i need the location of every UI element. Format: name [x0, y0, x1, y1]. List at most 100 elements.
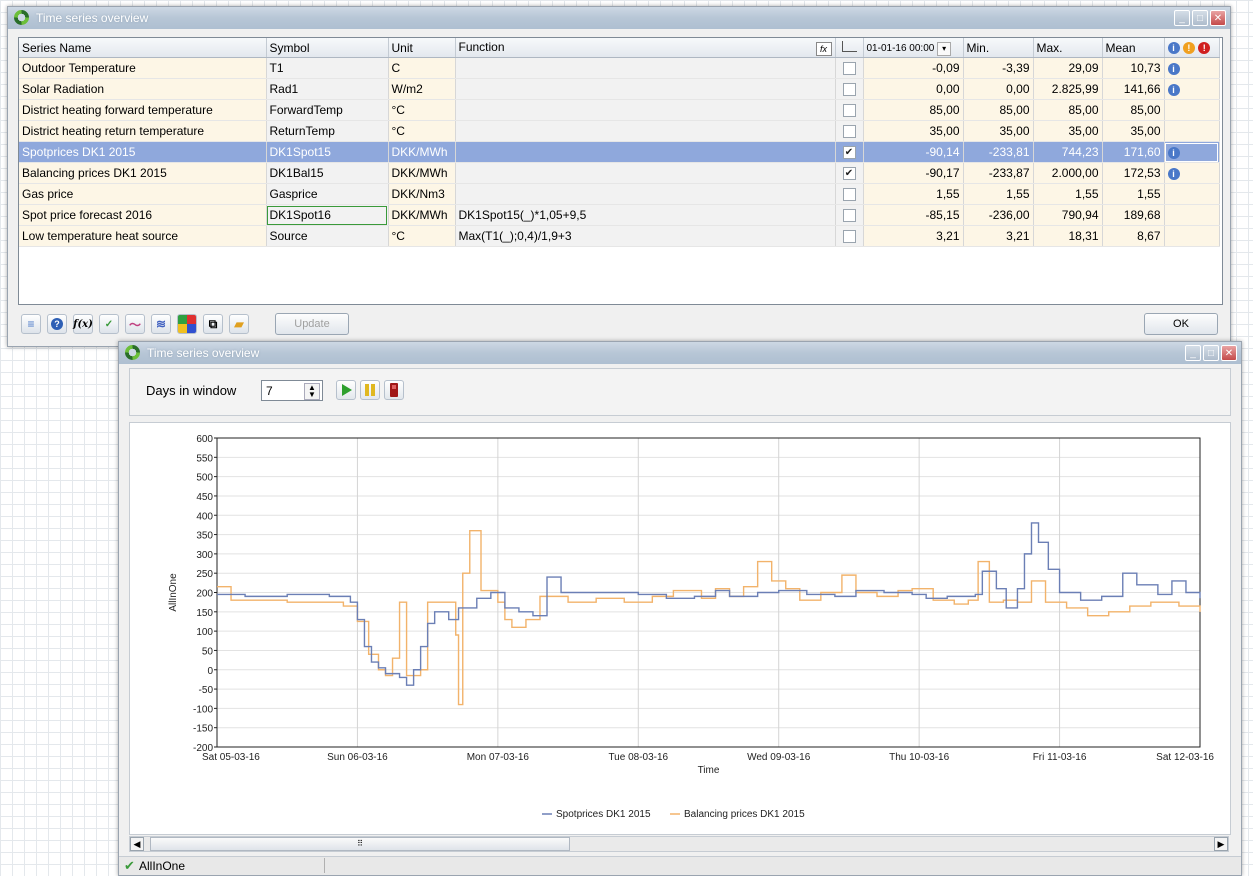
cell-symbol[interactable]: Rad1: [266, 78, 389, 100]
cell-symbol[interactable]: Source: [266, 225, 389, 247]
cell-info: [1164, 99, 1220, 121]
cell-function[interactable]: [455, 162, 836, 184]
cell-function[interactable]: [455, 57, 836, 79]
col-unit[interactable]: Unit: [388, 38, 456, 58]
table-row[interactable]: Gas price Gasprice DKK/Nm3 1,55 1,55 1,55 1,55: [19, 183, 1220, 205]
close-button[interactable]: ✕: [1210, 10, 1226, 26]
cell-checkbox[interactable]: [835, 120, 864, 142]
cell-checkbox[interactable]: [835, 99, 864, 121]
heatmap-icon[interactable]: [177, 314, 197, 334]
function-editor-icon[interactable]: fx: [815, 41, 832, 56]
cell-checkbox[interactable]: ✔: [835, 162, 864, 184]
cell-mean: 171,60: [1102, 141, 1165, 163]
show-in-chart-checkbox[interactable]: [842, 83, 856, 97]
cell-symbol[interactable]: DK1Bal15: [266, 162, 389, 184]
table-row[interactable]: Balancing prices DK1 2015 DK1Bal15 DKK/MWh…: [19, 162, 1220, 184]
col-symbol[interactable]: Symbol: [266, 38, 389, 58]
cell-checkbox[interactable]: [835, 183, 864, 205]
minimize-button[interactable]: _: [1185, 345, 1201, 361]
cell-function[interactable]: [455, 120, 836, 142]
show-in-chart-checkbox[interactable]: ✔: [842, 146, 856, 160]
document-icon[interactable]: ≡: [21, 314, 41, 334]
days-value: 7: [266, 384, 273, 398]
update-button[interactable]: Update: [275, 313, 349, 335]
cell-series-name: Spotprices DK1 2015: [19, 141, 267, 163]
line-chart-icon[interactable]: 〜: [125, 314, 145, 334]
cell-function[interactable]: [455, 78, 836, 100]
table-row[interactable]: Spotprices DK1 2015 DK1Spot15 DKK/MWh ✔ -90,…: [19, 141, 1220, 163]
chevron-down-icon[interactable]: ▾: [937, 41, 952, 56]
cell-checkbox[interactable]: [835, 204, 864, 226]
stepper-arrows-icon[interactable]: ▲ ▼: [304, 383, 320, 400]
info-icon[interactable]: i: [1167, 83, 1180, 96]
days-stepper[interactable]: 7 ▲ ▼: [261, 380, 323, 401]
pause-button[interactable]: [360, 380, 380, 400]
app-logo-icon: [14, 10, 29, 25]
cell-symbol[interactable]: DK1Spot16: [266, 204, 389, 226]
title-bar[interactable]: Time series overview _ □ ✕: [8, 7, 1230, 29]
cell-function[interactable]: [455, 141, 836, 163]
help-icon[interactable]: ?: [47, 314, 67, 334]
show-in-chart-checkbox[interactable]: [842, 62, 856, 76]
cell-checkbox[interactable]: ✔: [835, 141, 864, 163]
cell-value: 3,21: [863, 225, 964, 247]
cell-max: 35,00: [1033, 120, 1103, 142]
table-row[interactable]: District heating forward temperature Forw…: [19, 99, 1220, 121]
table-row[interactable]: Low temperature heat source Source °C Max(T…: [19, 225, 1220, 247]
table-row[interactable]: Outdoor Temperature T1 C -0,09 -3,39 29,09 10,…: [19, 57, 1220, 79]
cell-function[interactable]: Max(T1(_);0,4)/1,9+3: [455, 225, 836, 247]
cell-checkbox[interactable]: [835, 57, 864, 79]
scroll-thumb[interactable]: ⠿: [150, 837, 570, 851]
stop-button[interactable]: [384, 380, 404, 400]
cell-mean: 189,68: [1102, 204, 1165, 226]
multi-line-chart-icon[interactable]: ≋: [151, 314, 171, 334]
cell-symbol[interactable]: T1: [266, 57, 389, 79]
title-bar[interactable]: Time series overview _ □ ✕: [119, 342, 1241, 364]
scroll-left-icon[interactable]: ◀: [130, 837, 144, 851]
maximize-button[interactable]: □: [1192, 10, 1208, 26]
info-icon[interactable]: i: [1167, 167, 1180, 180]
info-icon[interactable]: i: [1167, 62, 1180, 75]
col-date[interactable]: 01-01-16 00:00 ▾: [863, 38, 964, 58]
maximize-button[interactable]: □: [1203, 345, 1219, 361]
y-tick-label: 300: [196, 550, 213, 561]
show-in-chart-checkbox[interactable]: [842, 125, 856, 139]
cell-function[interactable]: [455, 183, 836, 205]
show-in-chart-checkbox[interactable]: [842, 209, 856, 223]
close-button[interactable]: ✕: [1221, 345, 1237, 361]
col-max[interactable]: Max.: [1033, 38, 1103, 58]
cell-symbol[interactable]: Gasprice: [266, 183, 389, 205]
col-function[interactable]: Function fx: [455, 38, 836, 58]
function-icon[interactable]: f(x): [73, 314, 93, 334]
cell-value: 35,00: [863, 120, 964, 142]
col-mean[interactable]: Mean: [1102, 38, 1165, 58]
table-row[interactable]: District heating return temperature Retur…: [19, 120, 1220, 142]
function-chart-icon[interactable]: ✓: [99, 314, 119, 334]
cell-value: -90,17: [863, 162, 964, 184]
horizontal-scrollbar[interactable]: ◀ ⠿ ▶: [129, 836, 1229, 852]
ok-button[interactable]: OK: [1144, 313, 1218, 335]
checkmark-icon: ✔: [124, 858, 135, 873]
play-button[interactable]: [336, 380, 356, 400]
table-row[interactable]: Solar Radiation Rad1 W/m2 0,00 0,00 2.825,99 1…: [19, 78, 1220, 100]
cell-symbol[interactable]: DK1Spot15: [266, 141, 389, 163]
cell-function[interactable]: DK1Spot15(_)*1,05+9,5: [455, 204, 836, 226]
show-in-chart-checkbox[interactable]: [842, 104, 856, 118]
col-series-name[interactable]: Series Name: [19, 38, 267, 58]
open-folder-icon[interactable]: ▰: [229, 314, 249, 334]
col-min[interactable]: Min.: [963, 38, 1034, 58]
cell-checkbox[interactable]: [835, 225, 864, 247]
show-in-chart-checkbox[interactable]: [842, 188, 856, 202]
col-chart[interactable]: [835, 38, 864, 58]
minimize-button[interactable]: _: [1174, 10, 1190, 26]
scroll-right-icon[interactable]: ▶: [1214, 837, 1228, 851]
show-in-chart-checkbox[interactable]: [842, 230, 856, 244]
info-icon[interactable]: i: [1167, 146, 1180, 159]
cell-symbol[interactable]: ReturnTemp: [266, 120, 389, 142]
cell-function[interactable]: [455, 99, 836, 121]
table-row[interactable]: Spot price forecast 2016 DK1Spot16 DKK/MWh…: [19, 204, 1220, 226]
show-in-chart-checkbox[interactable]: ✔: [842, 167, 856, 181]
cell-symbol[interactable]: ForwardTemp: [266, 99, 389, 121]
copy-icon[interactable]: ⧉: [203, 314, 223, 334]
cell-checkbox[interactable]: [835, 78, 864, 100]
